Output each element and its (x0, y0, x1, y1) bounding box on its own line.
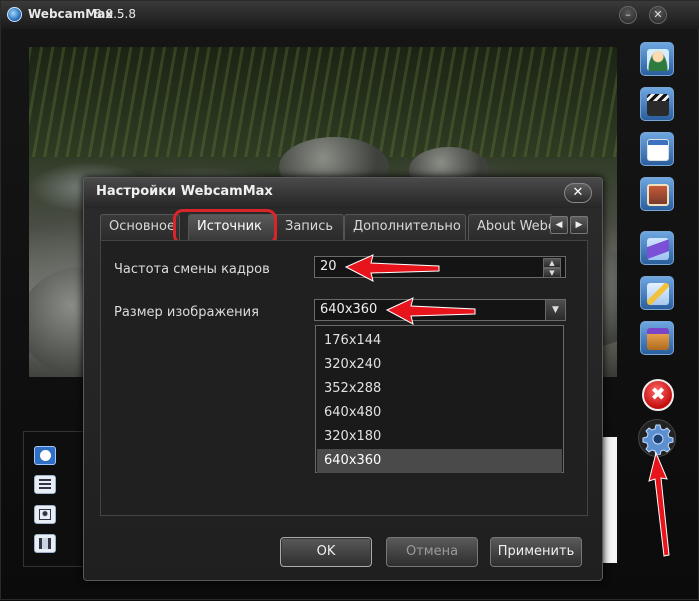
settings-button[interactable] (638, 419, 676, 457)
size-select-value: 640x360 (320, 302, 378, 317)
clapper-icon (647, 94, 669, 116)
toolbar-close-button[interactable]: ✖ (642, 379, 674, 411)
contact-icon (39, 509, 51, 520)
film-button[interactable] (34, 534, 56, 553)
bottom-right-panel (601, 437, 617, 563)
settings-dialog: Настройки WebcamMax ✕ Основное Источник … (83, 177, 603, 581)
size-label: Размер изображения (114, 305, 259, 320)
user-icon (647, 49, 669, 71)
toolbar-picture-button[interactable] (640, 177, 674, 211)
picture-icon (647, 184, 669, 206)
film-icon (39, 538, 51, 549)
tab-advanced[interactable]: Дополнительно (344, 214, 466, 240)
app-version: 8.0.5.8 (94, 7, 136, 21)
list-icon (39, 479, 51, 490)
toolbar-window-button[interactable] (640, 132, 674, 166)
window-close-button[interactable]: ✕ (649, 6, 667, 24)
fps-increment-button[interactable]: ▲ (543, 258, 561, 268)
cancel-button[interactable]: Отмена (386, 537, 478, 567)
tab-basic[interactable]: Основное (100, 214, 180, 240)
minimize-button[interactable]: – (619, 6, 637, 24)
pencil-icon (647, 283, 669, 305)
size-option[interactable]: 320x240 (317, 353, 562, 377)
box-icon (647, 328, 669, 350)
webcammax-window: WebcamMax 8.0.5.8 – ✕ ✖ Настройки Webcam… (0, 0, 699, 600)
contact-button[interactable] (34, 505, 56, 524)
tab-about[interactable]: About Webcam (468, 214, 552, 240)
dialog-close-button[interactable]: ✕ (564, 183, 592, 203)
fps-input[interactable]: 20 (314, 256, 566, 278)
size-dropdown-arrow-icon[interactable]: ▼ (545, 300, 565, 320)
settings-tabs: Основное Источник Запись Дополнительно A… (100, 214, 552, 240)
arrow-settings-icon (648, 451, 670, 557)
title-bar: WebcamMax 8.0.5.8 – ✕ (1, 1, 699, 29)
list-button[interactable] (34, 475, 56, 494)
size-option[interactable]: 640x480 (317, 401, 562, 425)
ok-button[interactable]: OK (280, 537, 372, 567)
tabs-scroll-right-button[interactable]: ▶ (570, 216, 588, 234)
size-option[interactable]: 320x180 (317, 425, 562, 449)
window-icon (647, 139, 669, 161)
toolbar-wizard-button[interactable] (640, 231, 674, 265)
fps-decrement-button[interactable]: ▼ (543, 268, 561, 278)
size-option[interactable]: 176x144 (317, 329, 562, 353)
gear-icon (642, 424, 674, 455)
toolbar-box-button[interactable] (640, 321, 674, 355)
size-dropdown-list: 176x144 320x240 352x288 640x480 320x180 … (315, 325, 564, 473)
size-option[interactable]: 352x288 (317, 377, 562, 401)
size-select[interactable]: 640x360 (314, 299, 566, 321)
tabs-scroll-left-button[interactable]: ◀ (550, 216, 568, 234)
fps-label: Частота смены кадров (114, 262, 270, 277)
dialog-title: Настройки WebcamMax (96, 184, 273, 199)
info-icon (40, 450, 51, 461)
webcammax-logo-icon (7, 7, 22, 22)
wizard-icon (647, 238, 669, 260)
toolbar-video-button[interactable] (640, 87, 674, 121)
tab-record[interactable]: Запись (276, 214, 344, 240)
toolbar-user-button[interactable] (640, 42, 674, 76)
toolbar-pencil-button[interactable] (640, 276, 674, 310)
size-option-selected[interactable]: 640x360 (317, 449, 562, 473)
apply-button[interactable]: Применить (490, 537, 582, 567)
info-button[interactable] (34, 446, 56, 465)
